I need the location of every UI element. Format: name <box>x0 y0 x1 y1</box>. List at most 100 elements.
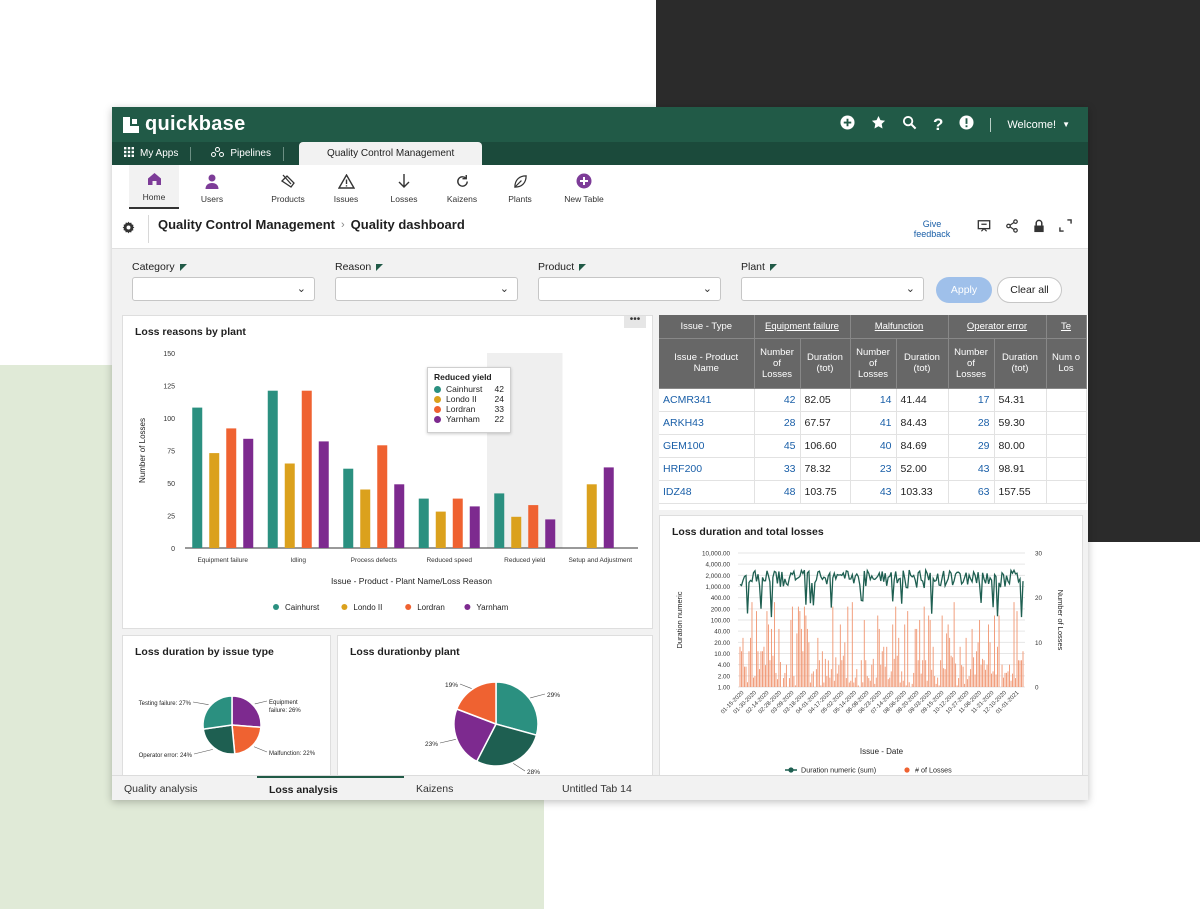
table-issues[interactable]: Issues <box>321 165 371 209</box>
column-header[interactable]: Number of Losses <box>948 338 995 389</box>
table-cell[interactable]: 23 <box>850 457 897 481</box>
clear-all-button[interactable]: Clear all <box>997 277 1062 303</box>
column-header[interactable]: Duration (tot) <box>994 338 1047 389</box>
column-header[interactable]: Te <box>1046 315 1087 339</box>
pipelines-link[interactable]: Pipelines <box>191 142 283 165</box>
column-header[interactable]: Number of Losses <box>754 338 801 389</box>
table-cell[interactable]: 41 <box>850 411 897 435</box>
tab-kaizens[interactable]: Kaizens <box>404 776 550 800</box>
app-nav: My Apps Pipelines Quality Control Manage… <box>112 142 1088 165</box>
give-feedback-link[interactable]: Give feedback <box>910 219 954 239</box>
table-products[interactable]: Products <box>263 165 313 209</box>
table-cell: 103.75 <box>800 480 851 504</box>
category-select[interactable]: ⌄ <box>132 277 315 301</box>
product-select[interactable]: ⌄ <box>538 277 721 301</box>
my-apps-link[interactable]: My Apps <box>112 142 190 165</box>
tab-quality-control-management[interactable]: Quality Control Management <box>298 142 483 165</box>
table-cell[interactable]: 28 <box>754 411 801 435</box>
plus-circle-icon[interactable] <box>840 114 855 135</box>
welcome-menu[interactable]: Welcome! ▼ <box>1007 119 1070 131</box>
table-cell[interactable]: 40 <box>850 434 897 458</box>
table-plants[interactable]: Plants <box>495 165 545 209</box>
share-icon[interactable] <box>1005 219 1019 236</box>
bar <box>452 498 463 548</box>
filter-category: Category ⌄ <box>132 261 315 301</box>
product-link[interactable]: ARKH43 <box>659 411 755 435</box>
table-cell <box>1046 434 1087 458</box>
table-new-table[interactable]: New Table <box>553 165 615 209</box>
column-header[interactable]: Issue - Product Name <box>659 338 755 389</box>
table-cell[interactable]: 45 <box>754 434 801 458</box>
table-row[interactable]: GEM100 45 106.60 40 84.69 29 80.00 <box>659 434 1087 458</box>
lock-icon[interactable] <box>1033 219 1045 236</box>
bar <box>284 463 295 548</box>
table-cell[interactable]: 42 <box>754 388 801 412</box>
column-header[interactable]: Duration (tot) <box>800 338 851 389</box>
brand-logo[interactable]: quickbase <box>123 113 246 136</box>
table-cell[interactable]: 48 <box>754 480 801 504</box>
table-row[interactable]: ARKH43 28 67.57 41 84.43 28 59.30 <box>659 411 1087 435</box>
tab-untitled-14[interactable]: Untitled Tab 14 <box>550 776 696 800</box>
brand-name: quickbase <box>145 113 246 135</box>
plant-select[interactable]: ⌄ <box>741 277 924 301</box>
app-window: quickbase ? Welcome! ▼ My Apps Pipelines… <box>112 107 1088 800</box>
x-tick-label: Equipment failure <box>197 557 248 564</box>
table-users[interactable]: Users <box>187 165 237 209</box>
table-row[interactable]: HRF200 33 78.32 23 52.00 43 98.91 <box>659 457 1087 481</box>
product-link[interactable]: GEM100 <box>659 434 755 458</box>
column-header[interactable]: Issue - Type <box>659 315 755 339</box>
topbar-separator <box>990 117 992 132</box>
product-link[interactable]: IDZ48 <box>659 480 755 504</box>
pie-chart-plant: 29%28%23%19% <box>425 681 560 776</box>
table-cell[interactable]: 33 <box>754 457 801 481</box>
losses-table: Issue - Type Equipment failure Malfuncti… <box>659 315 1087 504</box>
product-link[interactable]: ACMR341 <box>659 388 755 412</box>
bar <box>243 438 254 548</box>
presentation-icon[interactable] <box>977 219 991 236</box>
table-cell: 157.55 <box>994 480 1047 504</box>
apply-button[interactable]: Apply <box>936 277 992 303</box>
table-cell[interactable]: 43 <box>850 480 897 504</box>
search-icon[interactable] <box>902 115 917 135</box>
breadcrumb-app-link[interactable]: Quality Control Management <box>158 217 335 232</box>
y-tick-label: 100.00 <box>711 618 731 625</box>
y2-axis-label: Number of Losses <box>1056 590 1065 651</box>
table-cell[interactable]: 63 <box>948 480 995 504</box>
column-header[interactable]: Operator error <box>948 315 1047 339</box>
table-cell[interactable]: 28 <box>948 411 995 435</box>
table-cell[interactable]: 17 <box>948 388 995 412</box>
tab-loss-analysis[interactable]: Loss analysis <box>257 776 404 800</box>
legend-label: Cainhurst <box>285 603 320 612</box>
pie-chart-issue: Equipment failure: 26% Malfunction: 22% Ope… <box>139 695 316 759</box>
expand-icon[interactable] <box>1059 219 1072 236</box>
column-header[interactable]: Number of Losses <box>850 338 897 389</box>
top-icons: ? Welcome! ▼ <box>840 107 1070 142</box>
table-home[interactable]: Home <box>129 165 179 209</box>
caret-down-icon: ▼ <box>1062 120 1070 129</box>
table-row[interactable]: ACMR341 42 82.05 14 41.44 17 54.31 <box>659 388 1087 412</box>
table-cell[interactable]: 14 <box>850 388 897 412</box>
table-losses[interactable]: Losses <box>379 165 429 209</box>
table-cell[interactable]: 29 <box>948 434 995 458</box>
bar <box>511 516 522 548</box>
alert-icon[interactable] <box>959 114 974 135</box>
table-label: Issues <box>333 194 359 204</box>
tab-quality-analysis[interactable]: Quality analysis <box>112 776 257 800</box>
table-cell[interactable]: 43 <box>948 457 995 481</box>
table-row[interactable]: IDZ48 48 103.75 43 103.33 63 157.55 <box>659 480 1087 504</box>
column-header[interactable]: Num o Los <box>1046 338 1087 389</box>
product-link[interactable]: HRF200 <box>659 457 755 481</box>
table-kaizens[interactable]: Kaizens <box>437 165 487 209</box>
reason-select[interactable]: ⌄ <box>335 277 518 301</box>
y2-tick-label: 30 <box>1035 551 1043 558</box>
gear-icon[interactable] <box>122 221 135 237</box>
column-header[interactable]: Equipment failure <box>754 315 851 339</box>
table-cell <box>1046 388 1087 412</box>
star-icon[interactable] <box>871 115 886 135</box>
help-icon[interactable]: ? <box>933 115 943 135</box>
bar <box>267 390 278 548</box>
user-icon <box>205 172 219 190</box>
losses-table-panel: Issue - Type Equipment failure Malfuncti… <box>659 315 1088 510</box>
column-header[interactable]: Malfunction <box>850 315 949 339</box>
column-header[interactable]: Duration (tot) <box>896 338 949 389</box>
